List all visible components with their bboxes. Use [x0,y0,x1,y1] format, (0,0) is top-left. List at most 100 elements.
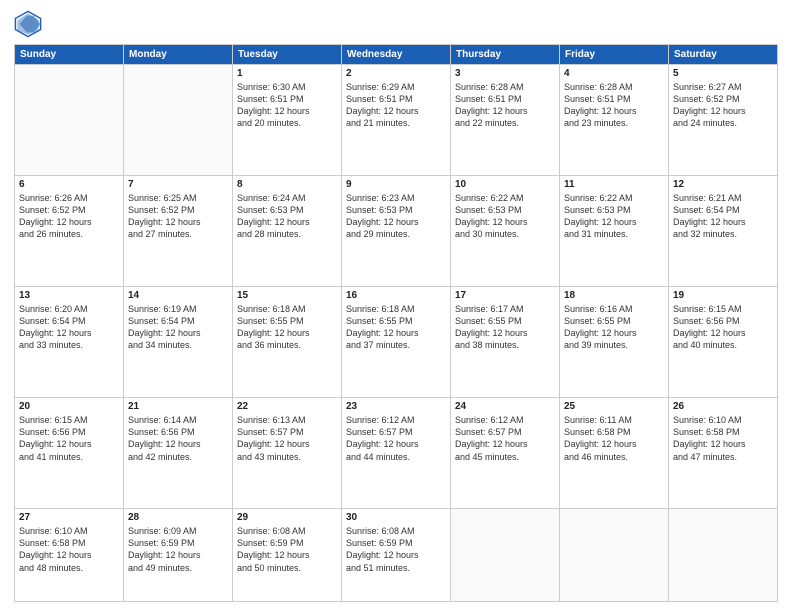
day-number: 24 [455,401,555,412]
calendar-cell: 24 Sunrise: 6:12 AM Sunset: 6:57 PM Dayli… [451,398,560,509]
day-info: Sunrise: 6:28 AM Sunset: 6:51 PM Dayligh… [564,81,664,130]
day-info: Sunrise: 6:26 AM Sunset: 6:52 PM Dayligh… [19,192,119,241]
day-number: 30 [346,512,446,523]
day-number: 1 [237,68,337,79]
calendar-cell: 14 Sunrise: 6:19 AM Sunset: 6:54 PM Dayli… [124,287,233,398]
col-header-sunday: Sunday [15,45,124,65]
day-number: 7 [128,179,228,190]
day-number: 22 [237,401,337,412]
day-info: Sunrise: 6:15 AM Sunset: 6:56 PM Dayligh… [19,414,119,463]
calendar-cell: 16 Sunrise: 6:18 AM Sunset: 6:55 PM Dayli… [342,287,451,398]
day-number: 26 [673,401,773,412]
day-number: 15 [237,290,337,301]
calendar-week-row: 27 Sunrise: 6:10 AM Sunset: 6:58 PM Dayli… [15,509,778,602]
day-number: 13 [19,290,119,301]
day-number: 12 [673,179,773,190]
calendar-cell: 25 Sunrise: 6:11 AM Sunset: 6:58 PM Dayli… [560,398,669,509]
day-number: 23 [346,401,446,412]
day-info: Sunrise: 6:18 AM Sunset: 6:55 PM Dayligh… [237,303,337,352]
calendar-cell: 21 Sunrise: 6:14 AM Sunset: 6:56 PM Dayli… [124,398,233,509]
calendar-cell: 23 Sunrise: 6:12 AM Sunset: 6:57 PM Dayli… [342,398,451,509]
day-number: 2 [346,68,446,79]
day-number: 20 [19,401,119,412]
day-info: Sunrise: 6:29 AM Sunset: 6:51 PM Dayligh… [346,81,446,130]
day-info: Sunrise: 6:12 AM Sunset: 6:57 PM Dayligh… [346,414,446,463]
day-number: 17 [455,290,555,301]
day-number: 27 [19,512,119,523]
calendar-cell: 4 Sunrise: 6:28 AM Sunset: 6:51 PM Daylig… [560,65,669,176]
calendar-cell: 30 Sunrise: 6:08 AM Sunset: 6:59 PM Dayli… [342,509,451,602]
page: SundayMondayTuesdayWednesdayThursdayFrid… [0,0,792,612]
day-info: Sunrise: 6:19 AM Sunset: 6:54 PM Dayligh… [128,303,228,352]
calendar-cell: 28 Sunrise: 6:09 AM Sunset: 6:59 PM Dayli… [124,509,233,602]
calendar-cell: 3 Sunrise: 6:28 AM Sunset: 6:51 PM Daylig… [451,65,560,176]
calendar-header-row: SundayMondayTuesdayWednesdayThursdayFrid… [15,45,778,65]
calendar-cell [560,509,669,602]
day-info: Sunrise: 6:27 AM Sunset: 6:52 PM Dayligh… [673,81,773,130]
day-info: Sunrise: 6:28 AM Sunset: 6:51 PM Dayligh… [455,81,555,130]
col-header-wednesday: Wednesday [342,45,451,65]
calendar-week-row: 13 Sunrise: 6:20 AM Sunset: 6:54 PM Dayli… [15,287,778,398]
col-header-monday: Monday [124,45,233,65]
col-header-thursday: Thursday [451,45,560,65]
header [14,10,778,38]
day-info: Sunrise: 6:12 AM Sunset: 6:57 PM Dayligh… [455,414,555,463]
calendar-cell [669,509,778,602]
day-number: 25 [564,401,664,412]
day-info: Sunrise: 6:09 AM Sunset: 6:59 PM Dayligh… [128,525,228,574]
day-info: Sunrise: 6:15 AM Sunset: 6:56 PM Dayligh… [673,303,773,352]
day-info: Sunrise: 6:22 AM Sunset: 6:53 PM Dayligh… [455,192,555,241]
day-number: 5 [673,68,773,79]
day-number: 10 [455,179,555,190]
day-number: 4 [564,68,664,79]
day-info: Sunrise: 6:22 AM Sunset: 6:53 PM Dayligh… [564,192,664,241]
day-number: 3 [455,68,555,79]
day-info: Sunrise: 6:23 AM Sunset: 6:53 PM Dayligh… [346,192,446,241]
day-info: Sunrise: 6:11 AM Sunset: 6:58 PM Dayligh… [564,414,664,463]
day-info: Sunrise: 6:13 AM Sunset: 6:57 PM Dayligh… [237,414,337,463]
calendar-week-row: 1 Sunrise: 6:30 AM Sunset: 6:51 PM Daylig… [15,65,778,176]
logo-icon [14,10,42,38]
calendar-week-row: 6 Sunrise: 6:26 AM Sunset: 6:52 PM Daylig… [15,176,778,287]
calendar-cell: 29Sunrise: 6:08 AM Sunset: 6:59 PM Dayli… [233,509,342,602]
calendar-cell [15,65,124,176]
day-info: Sunrise: 6:08 AM Sunset: 6:59 PM Dayligh… [346,525,446,574]
calendar-cell: 19 Sunrise: 6:15 AM Sunset: 6:56 PM Dayli… [669,287,778,398]
day-number: 21 [128,401,228,412]
calendar-cell: 15 Sunrise: 6:18 AM Sunset: 6:55 PM Dayli… [233,287,342,398]
calendar-cell: 8 Sunrise: 6:24 AM Sunset: 6:53 PM Daylig… [233,176,342,287]
day-number: 8 [237,179,337,190]
day-number: 9 [346,179,446,190]
day-info: Sunrise: 6:21 AM Sunset: 6:54 PM Dayligh… [673,192,773,241]
calendar-cell: 22 Sunrise: 6:13 AM Sunset: 6:57 PM Dayli… [233,398,342,509]
calendar-cell: 11 Sunrise: 6:22 AM Sunset: 6:53 PM Dayli… [560,176,669,287]
calendar-cell: 12 Sunrise: 6:21 AM Sunset: 6:54 PM Dayli… [669,176,778,287]
day-number: 11 [564,179,664,190]
day-info: Sunrise: 6:10 AM Sunset: 6:58 PM Dayligh… [19,525,119,574]
calendar-cell: 7Sunrise: 6:25 AM Sunset: 6:52 PM Daylig… [124,176,233,287]
calendar-cell: 1 Sunrise: 6:30 AM Sunset: 6:51 PM Daylig… [233,65,342,176]
day-number: 14 [128,290,228,301]
day-info: Sunrise: 6:18 AM Sunset: 6:55 PM Dayligh… [346,303,446,352]
day-info: Sunrise: 6:24 AM Sunset: 6:53 PM Dayligh… [237,192,337,241]
calendar-table: SundayMondayTuesdayWednesdayThursdayFrid… [14,44,778,602]
day-number: 19 [673,290,773,301]
calendar-cell: 5 Sunrise: 6:27 AM Sunset: 6:52 PM Daylig… [669,65,778,176]
day-number: 6 [19,179,119,190]
calendar-cell: 17 Sunrise: 6:17 AM Sunset: 6:55 PM Dayli… [451,287,560,398]
calendar-cell: 26 Sunrise: 6:10 AM Sunset: 6:58 PM Dayli… [669,398,778,509]
calendar-cell: 10 Sunrise: 6:22 AM Sunset: 6:53 PM Dayli… [451,176,560,287]
day-info: Sunrise: 6:20 AM Sunset: 6:54 PM Dayligh… [19,303,119,352]
calendar-cell: 13 Sunrise: 6:20 AM Sunset: 6:54 PM Dayli… [15,287,124,398]
day-number: 28 [128,512,228,523]
col-header-friday: Friday [560,45,669,65]
calendar-cell: 20 Sunrise: 6:15 AM Sunset: 6:56 PM Dayli… [15,398,124,509]
day-info: Sunrise: 6:17 AM Sunset: 6:55 PM Dayligh… [455,303,555,352]
day-info: Sunrise: 6:30 AM Sunset: 6:51 PM Dayligh… [237,81,337,130]
day-info: Sunrise: 6:14 AM Sunset: 6:56 PM Dayligh… [128,414,228,463]
calendar-cell [124,65,233,176]
day-info: Sunrise: 6:10 AM Sunset: 6:58 PM Dayligh… [673,414,773,463]
day-info: Sunrise: 6:16 AM Sunset: 6:55 PM Dayligh… [564,303,664,352]
day-number: 16 [346,290,446,301]
calendar-cell: 9 Sunrise: 6:23 AM Sunset: 6:53 PM Daylig… [342,176,451,287]
